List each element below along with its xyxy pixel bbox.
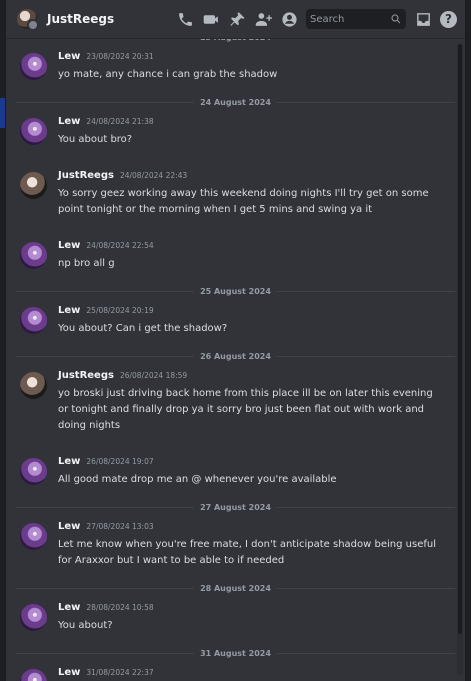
- message-author[interactable]: Lew: [58, 456, 80, 467]
- message-header: Lew 24/08/2024 21:38: [58, 116, 445, 132]
- message-item[interactable]: JustReegs 24/08/2024 22:43 Yo sorry geez w…: [6, 170, 465, 218]
- dm-window: JustReegs Search ? Lew 23/08/2024 20:31 …: [6, 0, 465, 681]
- message-text: All good mate drop me an @ whenever you'…: [58, 474, 337, 485]
- avatar[interactable]: [20, 242, 47, 269]
- message-author[interactable]: Lew: [58, 240, 80, 251]
- user-profile-icon[interactable]: [280, 10, 298, 28]
- message-author[interactable]: Lew: [58, 305, 80, 316]
- search-placeholder: Search: [310, 13, 345, 25]
- avatar[interactable]: [17, 9, 39, 31]
- inbox-icon[interactable]: [414, 10, 432, 28]
- message-author[interactable]: Lew: [58, 116, 80, 127]
- search-input[interactable]: Search: [306, 9, 406, 29]
- avatar[interactable]: [20, 307, 47, 334]
- message-text: point tonight or the morning when I get …: [58, 204, 373, 215]
- message-author[interactable]: JustReegs: [58, 170, 114, 181]
- message-timestamp: 24/08/2024 21:38: [86, 117, 154, 126]
- message-text: You about?: [58, 620, 113, 631]
- background-app-right: [465, 0, 471, 681]
- search-icon: [391, 14, 401, 24]
- avatar[interactable]: [20, 372, 47, 399]
- message-text: Let me know when you're free mate, I don…: [58, 539, 436, 550]
- message-author[interactable]: Lew: [58, 51, 80, 62]
- message-author[interactable]: JustReegs: [58, 370, 114, 381]
- status-dot: [27, 19, 39, 31]
- message-item[interactable]: Lew 23/08/2024 20:31 yo mate, any chance i…: [6, 51, 465, 83]
- message-header: JustReegs 26/08/2024 18:59: [58, 370, 445, 386]
- message-timestamp: 28/08/2024 10:58: [86, 603, 154, 612]
- message-text: for Araxxor but I want to be able to if …: [58, 555, 285, 566]
- avatar[interactable]: [20, 118, 47, 145]
- message-timestamp: 24/08/2024 22:43: [119, 171, 188, 180]
- message-text: You about bro?: [58, 134, 133, 145]
- date-divider-label: 28 August 2024: [194, 583, 277, 593]
- message-item[interactable]: Lew 24/08/2024 21:38 You about bro?: [6, 116, 465, 148]
- date-divider-label: 24 August 2024: [194, 97, 277, 107]
- date-divider-label: 27 August 2024: [194, 502, 277, 512]
- message-header: Lew 23/08/2024 20:31: [58, 51, 445, 67]
- avatar[interactable]: [20, 669, 47, 681]
- message-text: np bro all g: [58, 258, 115, 269]
- message-timestamp: 27/08/2024 13:03: [86, 522, 154, 531]
- message-item[interactable]: Lew 27/08/2024 13:03 Let me know when you'…: [6, 521, 465, 569]
- message-header: Lew 27/08/2024 13:03: [58, 521, 445, 537]
- message-header: JustReegs 24/08/2024 22:43: [58, 170, 445, 186]
- date-divider: 31 August 2024: [16, 647, 455, 659]
- message-timestamp: 26/08/2024 19:07: [86, 457, 154, 466]
- message-item[interactable]: Lew31/08/2024 22:37Would appreciate if y…: [6, 667, 465, 681]
- date-divider-label: 25 August 2024: [194, 286, 277, 296]
- avatar[interactable]: [20, 172, 47, 199]
- toolbar: Search ?: [176, 9, 457, 29]
- message-item[interactable]: JustReegs 26/08/2024 18:59 yo broski just …: [6, 370, 465, 434]
- date-divider: 26 August 2024: [16, 350, 455, 362]
- date-divider-label: 26 August 2024: [194, 351, 277, 361]
- message-timestamp: 23/08/2024 20:31: [86, 52, 154, 61]
- message-text: doing nights: [58, 420, 121, 431]
- voice-call-icon[interactable]: [176, 10, 194, 28]
- message-header: Lew 26/08/2024 19:07: [58, 456, 445, 472]
- date-divider: 27 August 2024: [16, 501, 455, 513]
- date-divider-label: 31 August 2024: [194, 648, 277, 658]
- avatar[interactable]: [20, 604, 47, 631]
- message-item[interactable]: Lew 28/08/2024 10:58 You about?: [6, 602, 465, 634]
- message-text: or tonight and finally drop ya it sorry …: [58, 404, 425, 415]
- message-text: Yo sorry geez working away this weekend …: [58, 188, 429, 199]
- message-list: 23 August 2024Lew23/08/2024 20:31yo mate…: [6, 31, 465, 681]
- message-text: yo broski just driving back home from th…: [58, 388, 433, 399]
- avatar[interactable]: [20, 458, 47, 485]
- message-item[interactable]: Lew 25/08/2024 20:19 You about? Can i get …: [6, 305, 465, 337]
- title-bar: JustReegs Search ?: [6, 0, 465, 39]
- message-header: Lew 31/08/2024 22:37: [58, 667, 445, 681]
- date-divider: 24 August 2024: [16, 96, 455, 108]
- date-divider: 25 August 2024: [16, 285, 455, 297]
- avatar[interactable]: [20, 523, 47, 550]
- message-author[interactable]: Lew: [58, 521, 80, 532]
- message-item[interactable]: Lew 26/08/2024 19:07 All good mate drop me…: [6, 456, 465, 488]
- message-header: Lew 28/08/2024 10:58: [58, 602, 445, 618]
- message-item[interactable]: Lew 24/08/2024 22:54 np bro all g: [6, 240, 465, 272]
- message-timestamp: 25/08/2024 20:19: [86, 306, 154, 315]
- message-text: yo mate, any chance i can grab the shado…: [58, 69, 278, 80]
- message-timestamp: 31/08/2024 22:37: [86, 668, 154, 677]
- message-text: You about? Can i get the shadow?: [58, 323, 228, 334]
- page-title[interactable]: JustReegs: [47, 12, 114, 26]
- add-friends-icon[interactable]: [254, 10, 272, 28]
- message-author[interactable]: Lew: [58, 667, 80, 678]
- message-author[interactable]: Lew: [58, 602, 80, 613]
- video-call-icon[interactable]: [202, 10, 220, 28]
- message-timestamp: 26/08/2024 18:59: [119, 371, 188, 380]
- help-icon[interactable]: ?: [440, 10, 457, 28]
- pin-icon[interactable]: [228, 10, 246, 28]
- scrollbar-thumb[interactable]: [458, 44, 462, 634]
- avatar[interactable]: [20, 53, 47, 80]
- message-header: Lew 25/08/2024 20:19: [58, 305, 445, 321]
- message-header: Lew 24/08/2024 22:54: [58, 240, 445, 256]
- date-divider: 28 August 2024: [16, 582, 455, 594]
- message-timestamp: 24/08/2024 22:54: [86, 241, 154, 250]
